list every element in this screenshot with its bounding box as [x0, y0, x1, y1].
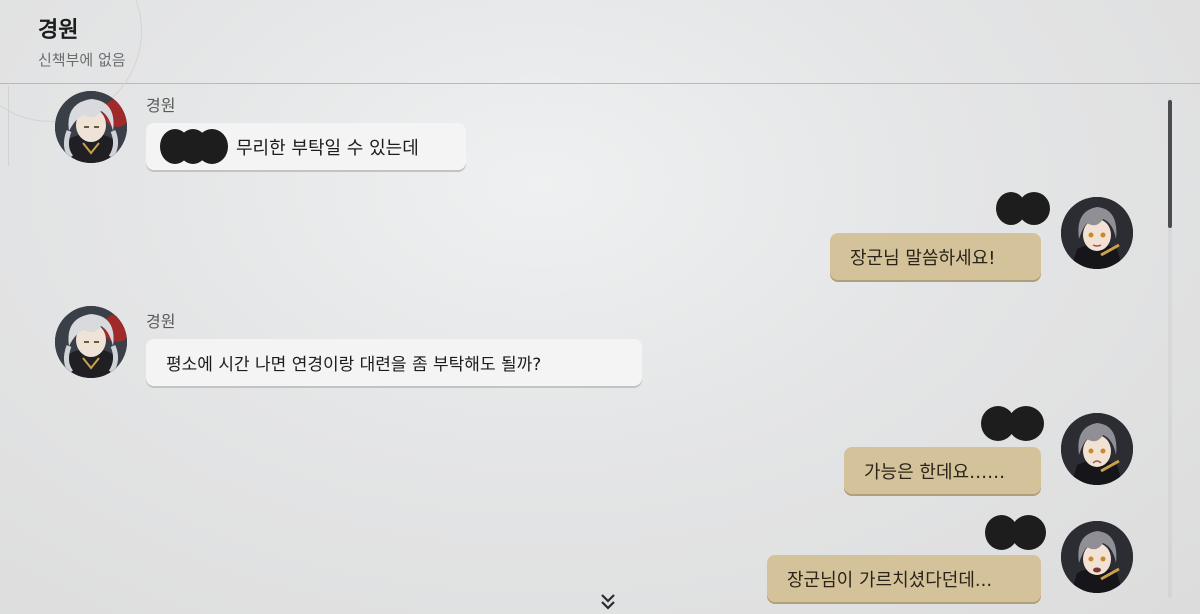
redaction-mark: [196, 129, 228, 164]
contact-status: 신책부에 없음: [38, 51, 126, 69]
message-bubble-outgoing[interactable]: 장군님이 가르치셨다던데...: [767, 555, 1041, 602]
double-chevron-down-icon[interactable]: [598, 592, 618, 612]
redaction-mark: [1008, 406, 1044, 441]
message-text: 무리한 부탁일 수 있는데: [236, 137, 419, 159]
message-text: 장군님이 가르치셨다던데...: [787, 569, 993, 591]
chat-header: 경원 신책부에 없음: [0, 0, 1200, 122]
player-avatar[interactable]: [1061, 197, 1133, 269]
redaction-mark: [1011, 515, 1046, 550]
sender-name: 경원: [146, 96, 176, 115]
player-avatar[interactable]: [1061, 413, 1133, 485]
message-bubble-incoming[interactable]: 평소에 시간 나면 연경이랑 대련을 좀 부탁해도 될까?: [146, 339, 642, 386]
decorative-line: [8, 86, 9, 166]
sender-name: 경원: [146, 312, 176, 331]
message-bubble-outgoing[interactable]: 장군님 말씀하세요!: [830, 233, 1041, 280]
scrollbar-thumb[interactable]: [1168, 100, 1172, 228]
sender-avatar[interactable]: [55, 306, 127, 378]
message-bubble-outgoing[interactable]: 가능은 한데요……: [844, 447, 1041, 494]
player-avatar[interactable]: [1061, 521, 1133, 593]
redaction-mark: [1018, 192, 1050, 225]
message-text: 평소에 시간 나면 연경이랑 대련을 좀 부탁해도 될까?: [166, 355, 542, 375]
message-text: 장군님 말씀하세요!: [850, 247, 996, 269]
message-text: 가능은 한데요……: [864, 461, 1006, 483]
sender-avatar[interactable]: [55, 91, 127, 163]
contact-name: 경원: [38, 18, 79, 43]
